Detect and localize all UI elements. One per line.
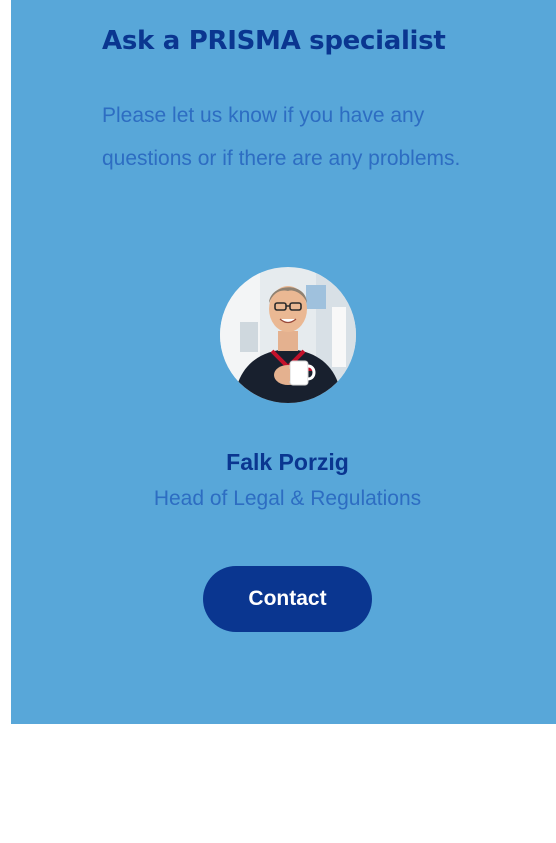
card-title: Ask a PRISMA specialist: [102, 26, 446, 56]
intro-text: Please let us know if you have any quest…: [102, 104, 461, 170]
avatar: [220, 267, 356, 403]
specialist-role: Head of Legal & Regulations: [153, 487, 422, 510]
avatar-photo: [220, 267, 356, 403]
specialist-card: Ask a PRISMA specialist Please let us kn…: [11, 0, 556, 724]
specialist-name: Falk Porzig: [226, 449, 349, 475]
contact-button[interactable]: Contact: [203, 566, 372, 632]
